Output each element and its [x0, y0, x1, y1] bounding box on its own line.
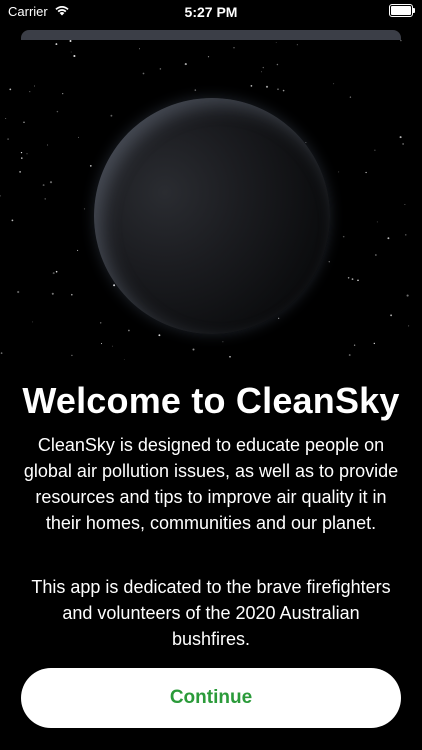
star	[408, 325, 410, 327]
star	[44, 198, 46, 200]
star	[128, 329, 130, 332]
star	[29, 91, 31, 93]
star	[100, 343, 103, 345]
star	[78, 136, 80, 138]
star	[305, 141, 307, 143]
star	[83, 208, 86, 210]
star	[142, 72, 145, 75]
star	[351, 278, 354, 280]
star	[55, 43, 58, 46]
star	[296, 44, 298, 46]
star	[62, 93, 64, 95]
star	[404, 204, 406, 206]
star	[52, 272, 55, 275]
star	[159, 68, 162, 70]
star	[328, 261, 330, 263]
star	[347, 277, 350, 279]
star	[55, 270, 58, 273]
star	[42, 184, 45, 187]
star	[23, 121, 25, 123]
star	[184, 63, 187, 66]
dedication-text: This app is dedicated to the brave firef…	[31, 577, 391, 649]
star	[276, 63, 279, 66]
star	[387, 237, 390, 240]
earth-planet	[94, 98, 330, 334]
star	[375, 254, 377, 256]
star	[338, 171, 340, 173]
star	[207, 56, 210, 58]
description-text: CleanSky is designed to educate people o…	[23, 435, 399, 533]
star	[71, 354, 73, 357]
star	[194, 89, 197, 91]
star	[19, 171, 21, 173]
star	[265, 85, 269, 88]
star	[406, 294, 409, 297]
star	[365, 171, 367, 174]
star	[333, 83, 335, 85]
star	[73, 54, 76, 58]
page-title: Welcome to CleanSky	[22, 380, 400, 421]
star	[77, 249, 79, 251]
star	[139, 48, 140, 50]
star	[70, 51, 72, 53]
star	[278, 317, 280, 319]
star	[112, 345, 113, 347]
status-time: 5:27 PM	[184, 4, 238, 20]
star	[376, 221, 378, 223]
continue-button[interactable]: Continue	[21, 668, 401, 728]
star	[47, 144, 49, 146]
star	[20, 151, 23, 154]
star	[7, 138, 9, 140]
star	[250, 85, 253, 87]
star	[390, 314, 393, 317]
star	[89, 165, 92, 167]
star	[0, 195, 1, 197]
star	[5, 118, 7, 119]
star	[357, 279, 359, 282]
star	[400, 40, 402, 42]
star	[110, 114, 113, 117]
star	[17, 290, 20, 294]
battery-icon	[389, 4, 415, 17]
star	[222, 341, 224, 343]
star	[26, 153, 28, 155]
star	[49, 181, 53, 184]
star	[229, 355, 231, 358]
star	[349, 96, 352, 98]
star	[34, 85, 35, 87]
status-bar: Carrier 5:27 PM	[0, 0, 422, 24]
star	[277, 88, 279, 91]
star	[21, 157, 23, 159]
star	[399, 136, 402, 139]
star	[374, 149, 376, 151]
star	[11, 219, 14, 222]
star	[158, 334, 161, 337]
star	[99, 322, 102, 324]
star	[275, 42, 277, 43]
star	[51, 292, 54, 295]
star	[71, 293, 73, 296]
star	[233, 47, 235, 49]
star	[262, 66, 264, 69]
star	[56, 110, 59, 113]
star	[32, 321, 34, 323]
star	[405, 234, 407, 236]
star	[282, 89, 285, 92]
star	[342, 235, 345, 238]
star	[0, 352, 3, 354]
star	[348, 354, 351, 356]
star	[9, 88, 12, 91]
star	[261, 71, 262, 73]
star	[402, 143, 404, 145]
star	[69, 40, 72, 42]
star	[353, 344, 356, 346]
star	[113, 284, 116, 287]
star	[373, 342, 375, 345]
star	[123, 359, 125, 360]
star	[192, 348, 195, 351]
